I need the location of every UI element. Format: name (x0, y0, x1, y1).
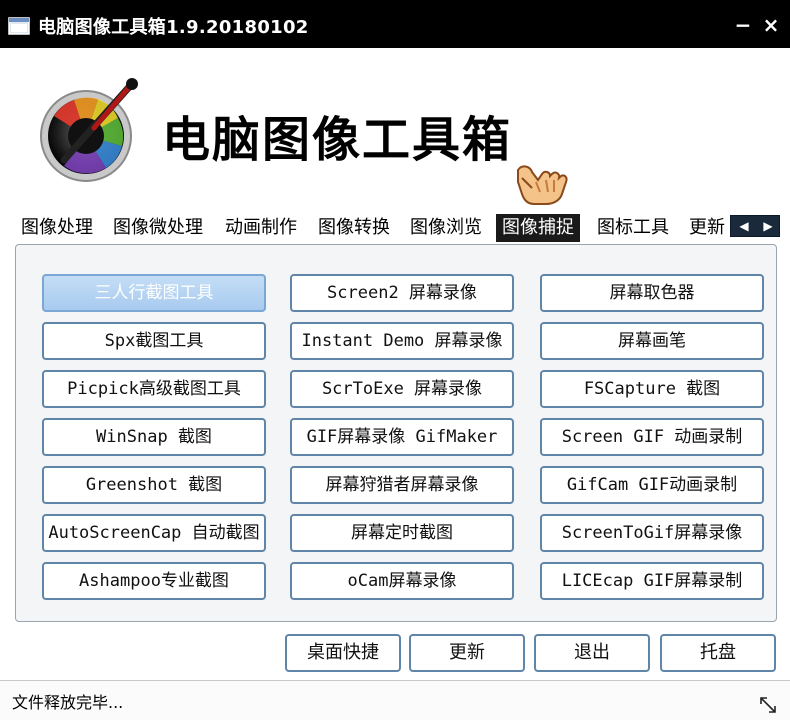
app-heading: 电脑图像工具箱 (162, 112, 513, 168)
tool-button-fscapture[interactable]: FSCapture 截图 (540, 370, 764, 408)
tray-button[interactable]: 托盘 (660, 634, 776, 672)
tool-button-greenshot[interactable]: Greenshot 截图 (42, 466, 266, 504)
tab-image-conversion[interactable]: 图像转换 (312, 214, 396, 242)
window-title: 电脑图像工具箱1.9.20180102 (38, 17, 309, 38)
title-bar: 电脑图像工具箱1.9.20180102 − × (0, 0, 790, 48)
tool-button-ocam[interactable]: oCam屏幕录像 (290, 562, 514, 600)
tool-button-screentogif[interactable]: ScreenToGif屏幕录像 (540, 514, 764, 552)
tab-icon-tools[interactable]: 图标工具 (591, 214, 675, 242)
tab-scroll-arrows: ◀ ▶ (730, 215, 780, 237)
tab-scroll-right-button[interactable]: ▶ (756, 216, 780, 236)
tool-button-screen-pen[interactable]: 屏幕画笔 (540, 322, 764, 360)
tab-image-micro-processing[interactable]: 图像微处理 (107, 214, 209, 242)
tab-strip: 图像处理 图像微处理 动画制作 图像转换 图像浏览 图像捕捉 图标工具 更新 (15, 214, 785, 242)
status-text: 文件释放完毕... (12, 693, 124, 712)
tab-update[interactable]: 更新 (683, 214, 731, 242)
tool-button-autoscreencap[interactable]: AutoScreenCap 自动截图 (42, 514, 266, 552)
tool-button-gifcam[interactable]: GifCam GIF动画录制 (540, 466, 764, 504)
tool-button-licecap[interactable]: LICEcap GIF屏幕录制 (540, 562, 764, 600)
desktop-shortcut-button[interactable]: 桌面快捷 (285, 634, 401, 672)
tool-button-ashampoo[interactable]: Ashampoo专业截图 (42, 562, 266, 600)
tab-image-browse[interactable]: 图像浏览 (404, 214, 488, 242)
exit-button[interactable]: 退出 (534, 634, 650, 672)
tool-button-screen-gif[interactable]: Screen GIF 动画录制 (540, 418, 764, 456)
update-button[interactable]: 更新 (409, 634, 525, 672)
tab-image-processing[interactable]: 图像处理 (15, 214, 99, 242)
color-picker-dial-icon (40, 78, 138, 182)
tool-button-timed-capture[interactable]: 屏幕定时截图 (290, 514, 514, 552)
pointing-hand-icon (517, 165, 568, 205)
app-window-icon (8, 17, 30, 35)
tool-button-sanrenxing[interactable]: 三人行截图工具 (42, 274, 266, 312)
tool-panel: 三人行截图工具 Screen2 屏幕录像 屏幕取色器 Spx截图工具 Insta… (15, 244, 777, 622)
tab-image-capture[interactable]: 图像捕捉 (496, 214, 580, 242)
resize-diagonal-icon[interactable] (758, 695, 778, 715)
tool-button-screen2[interactable]: Screen2 屏幕录像 (290, 274, 514, 312)
tool-button-scrtoexe[interactable]: ScrToExe 屏幕录像 (290, 370, 514, 408)
tab-animation[interactable]: 动画制作 (219, 214, 303, 242)
tool-button-color-picker[interactable]: 屏幕取色器 (540, 274, 764, 312)
tool-button-gifmaker[interactable]: GIF屏幕录像 GifMaker (290, 418, 514, 456)
tool-button-winsnap[interactable]: WinSnap 截图 (42, 418, 266, 456)
tool-button-spx[interactable]: Spx截图工具 (42, 322, 266, 360)
close-button[interactable]: × (760, 14, 782, 36)
status-bar: 文件释放完毕... (0, 680, 790, 720)
tool-button-screen-hunter[interactable]: 屏幕狩猎者屏幕录像 (290, 466, 514, 504)
tool-button-picpick[interactable]: Picpick高级截图工具 (42, 370, 266, 408)
tab-scroll-left-button[interactable]: ◀ (732, 216, 756, 236)
minimize-button[interactable]: − (732, 14, 754, 36)
tool-grid: 三人行截图工具 Screen2 屏幕录像 屏幕取色器 Spx截图工具 Insta… (42, 274, 766, 604)
tool-button-instant-demo[interactable]: Instant Demo 屏幕录像 (290, 322, 514, 360)
